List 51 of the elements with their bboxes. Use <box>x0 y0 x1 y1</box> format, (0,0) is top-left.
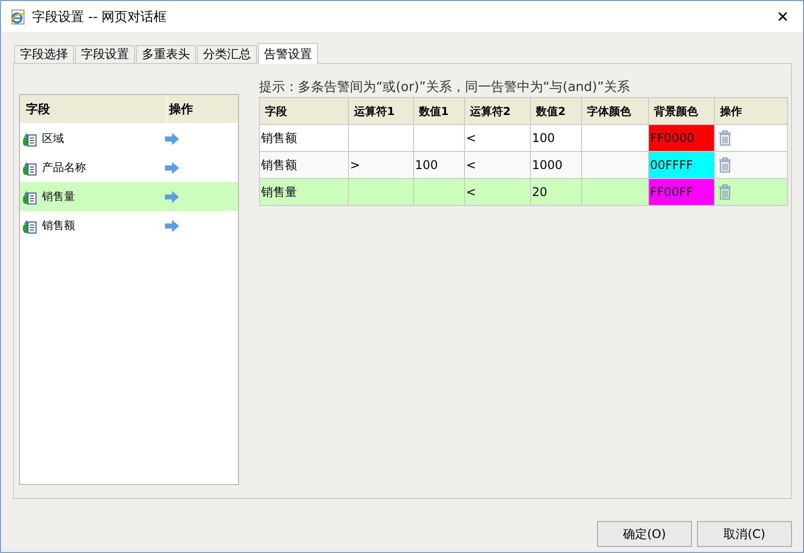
alarm-row[interactable]: 销售额 > 100 < 1000 00FFFF <box>260 152 788 178</box>
tab[interactable]: 分类汇总 <box>197 45 257 63</box>
arrow-right-icon[interactable] <box>165 190 179 202</box>
table-cell: 00FFFF <box>648 152 714 178</box>
alarm-row[interactable]: 销售额 < 100 FF0000 <box>260 124 788 152</box>
table-cell: FF00FF <box>648 178 714 206</box>
window-title: 字段设置 -- 网页对话框 <box>32 8 168 26</box>
field-name: 销售额 <box>42 218 76 233</box>
hint-text: 提示：多条告警间为“或(or)”关系，同一告警中为“与(and)”关系 <box>259 79 631 97</box>
browser-icon <box>10 8 26 24</box>
field-icon <box>22 160 38 176</box>
tab[interactable]: 字段选择 <box>14 45 74 63</box>
arrow-right-icon[interactable] <box>165 220 179 232</box>
table-cell: 销售量 <box>260 178 348 206</box>
field-name: 销售量 <box>42 189 76 204</box>
field-item[interactable]: 销售量 <box>20 182 238 211</box>
alarm-row[interactable]: 销售量 < 20 FF00FF <box>260 178 788 206</box>
table-cell: FF0000 <box>648 124 714 152</box>
column-header: 操作 <box>168 100 193 118</box>
field-item[interactable]: 产品名称 <box>20 153 238 182</box>
column-header: 字体颜色 <box>582 98 648 124</box>
table-cell: < <box>464 178 530 206</box>
trash-icon[interactable] <box>718 184 732 200</box>
field-icon <box>22 130 38 146</box>
table-cell <box>414 178 464 206</box>
column-header: 数值1 <box>414 98 464 124</box>
trash-icon[interactable] <box>718 130 732 146</box>
column-header: 字段 <box>20 95 167 123</box>
tab[interactable]: 多重表头 <box>136 45 196 63</box>
column-header: 数值2 <box>530 98 582 124</box>
dialog-button[interactable]: 取消(C) <box>697 521 792 547</box>
column-header: 背景颜色 <box>648 98 714 124</box>
table-cell: 20 <box>530 178 582 206</box>
column-header: 字段 <box>260 98 348 124</box>
table-cell <box>348 178 414 206</box>
column-header: 运算符2 <box>464 98 530 124</box>
field-icon <box>22 218 38 234</box>
close-button[interactable]: ✕ <box>763 2 803 32</box>
field-icon <box>22 188 38 204</box>
tab[interactable]: 字段设置 <box>75 45 135 63</box>
field-name: 区域 <box>42 131 65 146</box>
tab[interactable]: 告警设置 <box>258 43 318 64</box>
trash-icon[interactable] <box>718 157 732 173</box>
arrow-right-icon[interactable] <box>165 132 179 144</box>
field-name: 产品名称 <box>42 160 87 175</box>
arrow-right-icon[interactable] <box>165 162 179 174</box>
dialog-button[interactable]: 确定(O) <box>597 521 692 547</box>
field-item[interactable]: 区域 <box>20 124 238 153</box>
field-item[interactable]: 销售额 <box>20 211 238 240</box>
column-header: 操作 <box>714 98 788 124</box>
column-header: 运算符1 <box>348 98 414 124</box>
